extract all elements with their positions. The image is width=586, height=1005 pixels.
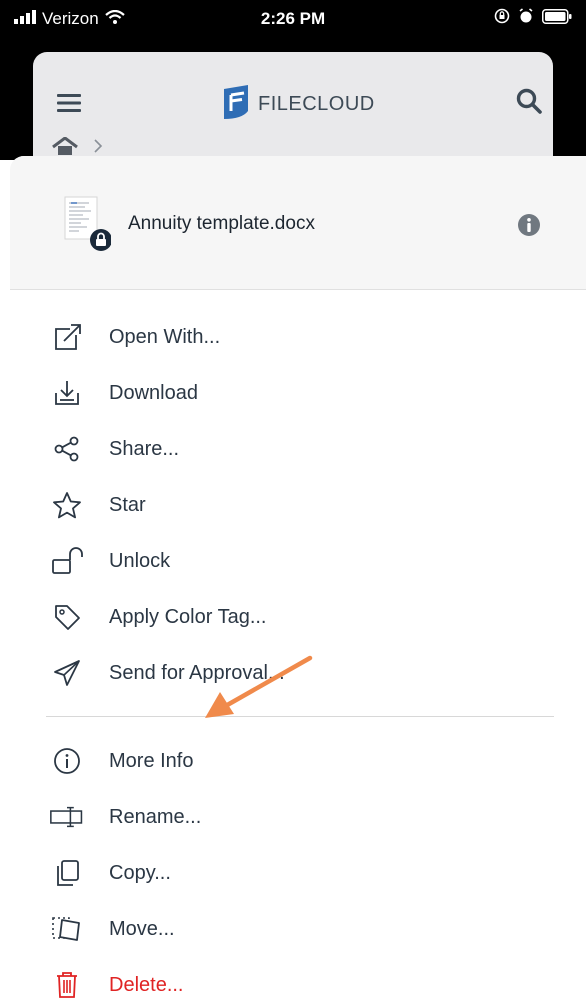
copy-icon: [50, 856, 84, 890]
logo-text: FILECLOUD: [258, 93, 375, 115]
file-name: Annuity template.docx: [128, 213, 315, 234]
open-external-icon: [50, 320, 84, 354]
download-icon: [50, 376, 84, 410]
move-icon: [50, 912, 84, 946]
file-thumbnail: [63, 196, 112, 251]
menu-item-label: Unlock: [109, 549, 171, 572]
menu-item-label: Download: [109, 381, 198, 404]
info-circle-icon: [50, 744, 84, 778]
file-header: Annuity template.docx: [10, 156, 586, 290]
battery-icon: [542, 8, 572, 29]
status-bar: Verizon 2:26 PM: [0, 0, 586, 40]
rotation-lock-icon: [494, 8, 510, 29]
menu-item-label: Open With...: [109, 325, 221, 348]
menu-item-copy[interactable]: Copy...: [50, 853, 171, 893]
menu-item-label: More Info: [109, 749, 194, 772]
star-icon: [50, 488, 84, 522]
menu-item-apply-color-tag[interactable]: Apply Color Tag...: [50, 597, 267, 637]
menu-item-label: Delete...: [109, 973, 184, 996]
trash-icon: [50, 968, 84, 1002]
menu-item-unlock[interactable]: Unlock: [50, 541, 170, 581]
rename-icon: [50, 800, 84, 834]
share-icon: [50, 432, 84, 466]
menu-item-open-with[interactable]: Open With...: [50, 317, 220, 357]
action-sheet: Annuity template.docx Open With... Downl…: [10, 156, 586, 1003]
menu-item-move[interactable]: Move...: [50, 909, 175, 949]
annotation-arrow: [200, 654, 320, 729]
alarm-icon: [518, 8, 534, 29]
menu-icon[interactable]: [57, 93, 81, 118]
menu-item-download[interactable]: Download: [50, 373, 198, 413]
menu-item-delete[interactable]: Delete...: [50, 965, 183, 1005]
menu-item-label: Star: [109, 493, 146, 516]
info-icon[interactable]: [517, 213, 541, 242]
menu-item-label: Share...: [109, 437, 180, 460]
menu-item-rename[interactable]: Rename...: [50, 797, 201, 837]
app-logo: FILECLOUD: [222, 85, 375, 124]
search-icon[interactable]: [516, 88, 542, 119]
menu-item-share[interactable]: Share...: [50, 429, 179, 469]
tag-icon: [50, 600, 84, 634]
menu-item-label: Apply Color Tag...: [109, 605, 267, 628]
unlock-icon: [50, 544, 84, 578]
filecloud-logo-icon: [222, 85, 250, 124]
send-icon: [50, 656, 84, 690]
menu-item-label: Copy...: [109, 861, 171, 884]
menu-item-star[interactable]: Star: [50, 485, 146, 525]
menu-item-label: Move...: [109, 917, 175, 940]
menu-item-more-info[interactable]: More Info: [50, 741, 193, 781]
menu-item-label: Rename...: [109, 805, 202, 828]
